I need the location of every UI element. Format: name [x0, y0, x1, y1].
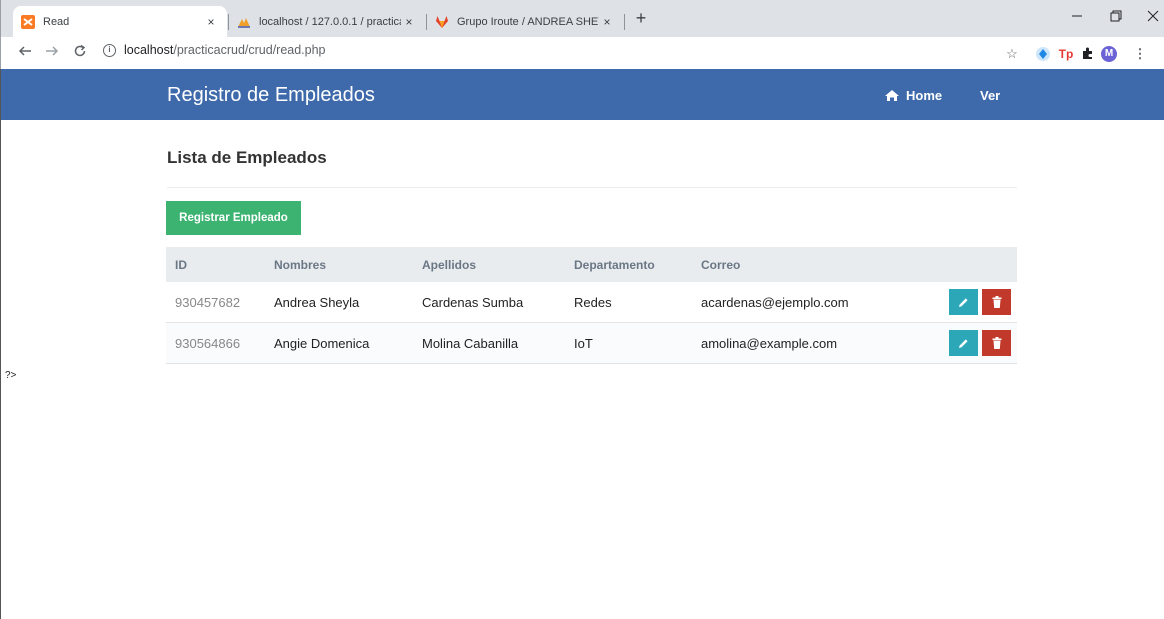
trash-icon	[992, 296, 1001, 308]
minimize-icon[interactable]	[1067, 9, 1087, 25]
pencil-icon	[959, 338, 968, 348]
cell-nombres: Andrea Sheyla	[274, 294, 360, 310]
delete-button[interactable]	[982, 330, 1011, 356]
header-departamento: Departamento	[574, 257, 655, 272]
window-close-icon[interactable]	[1143, 9, 1163, 25]
cell-correo: acardenas@ejemplo.com	[701, 294, 849, 310]
divider	[167, 187, 1017, 188]
browser-toolbar: i localhost/practicacrud/crud/read.php ☆…	[0, 37, 1164, 69]
url-path: /practicacrud/crud/read.php	[173, 43, 326, 57]
cell-apellidos: Molina Cabanilla	[422, 335, 519, 351]
gitlab-favicon-icon	[435, 15, 449, 29]
header-id: ID	[175, 257, 187, 272]
tab-close-icon[interactable]: ×	[401, 15, 417, 29]
cell-apellidos: Cardenas Sumba	[422, 294, 524, 310]
nav-home-link[interactable]: Home	[884, 88, 942, 103]
cell-id: 930564866	[175, 335, 241, 351]
header-correo: Correo	[701, 257, 741, 272]
tab-title: Grupo Iroute / ANDREA SHEYLA	[457, 15, 599, 28]
page-title: Lista de Empleados	[167, 148, 327, 167]
table-row: 930564866 Angie Domenica Molina Cabanill…	[166, 323, 1017, 364]
forward-arrow-icon[interactable]	[42, 44, 62, 62]
row-actions	[937, 289, 1017, 315]
edit-button[interactable]	[949, 330, 978, 356]
page-viewport: Registro de Empleados Home Ver Lista de …	[0, 69, 1164, 619]
header-nombres: Nombres	[274, 257, 327, 272]
extension-blue-icon[interactable]	[1035, 46, 1051, 62]
employees-table: ID Nombres Apellidos Departamento Correo…	[166, 247, 1017, 364]
tab-separator	[624, 14, 625, 30]
register-employee-button[interactable]: Registrar Empleado	[166, 201, 301, 235]
tab-phpmyadmin[interactable]: localhost / 127.0.0.1 / practica | p ×	[229, 6, 425, 37]
bookmark-star-icon[interactable]: ☆	[1004, 46, 1020, 62]
row-actions	[937, 330, 1017, 356]
reload-icon[interactable]	[70, 44, 90, 62]
home-icon	[885, 90, 899, 101]
restore-icon[interactable]	[1106, 9, 1126, 25]
xampp-favicon-icon	[21, 14, 35, 29]
phpmyadmin-favicon-icon	[237, 15, 251, 29]
tab-close-icon[interactable]: ×	[203, 15, 219, 29]
stray-php-tag-text: ?>	[5, 370, 17, 381]
url-host: localhost	[124, 43, 174, 57]
browser-tabstrip: Read × localhost / 127.0.0.1 / practica …	[0, 0, 1164, 37]
nav-home-label: Home	[906, 88, 943, 103]
cell-correo: amolina@example.com	[701, 335, 838, 351]
tab-title: Read	[43, 15, 70, 28]
kebab-menu-icon[interactable]: ⋮	[1132, 46, 1148, 62]
extension-tp-icon[interactable]: Tp	[1058, 46, 1074, 62]
nav-ver-label: Ver	[980, 88, 1001, 103]
profile-avatar[interactable]: M	[1101, 46, 1117, 62]
edit-button[interactable]	[949, 289, 978, 315]
cell-id: 930457682	[175, 294, 241, 310]
cell-nombres: Angie Domenica	[274, 335, 370, 351]
delete-button[interactable]	[982, 289, 1011, 315]
cell-departamento: Redes	[574, 294, 612, 310]
extensions-puzzle-icon[interactable]	[1080, 46, 1096, 62]
table-header: ID Nombres Apellidos Departamento Correo	[166, 247, 1017, 282]
tab-close-icon[interactable]: ×	[599, 15, 615, 29]
nav-ver-link[interactable]: Ver	[980, 88, 1000, 103]
url-bar[interactable]: i localhost/practicacrud/crud/read.php	[103, 43, 326, 57]
site-info-icon[interactable]: i	[103, 43, 116, 57]
table-row: 930457682 Andrea Sheyla Cardenas Sumba R…	[166, 282, 1017, 323]
tab-gitlab[interactable]: Grupo Iroute / ANDREA SHEYLA ×	[427, 6, 623, 37]
navbar-brand[interactable]: Registro de Empleados	[167, 84, 375, 107]
header-apellidos: Apellidos	[422, 257, 477, 272]
new-tab-button[interactable]: +	[629, 8, 653, 29]
cell-departamento: IoT	[574, 335, 593, 351]
site-navbar: Registro de Empleados Home Ver	[1, 69, 1164, 120]
trash-icon	[992, 337, 1001, 349]
tab-title: localhost / 127.0.0.1 / practica | p	[259, 15, 401, 28]
pencil-icon	[959, 297, 968, 307]
tab-read[interactable]: Read ×	[13, 6, 227, 37]
back-arrow-icon[interactable]	[15, 44, 35, 62]
